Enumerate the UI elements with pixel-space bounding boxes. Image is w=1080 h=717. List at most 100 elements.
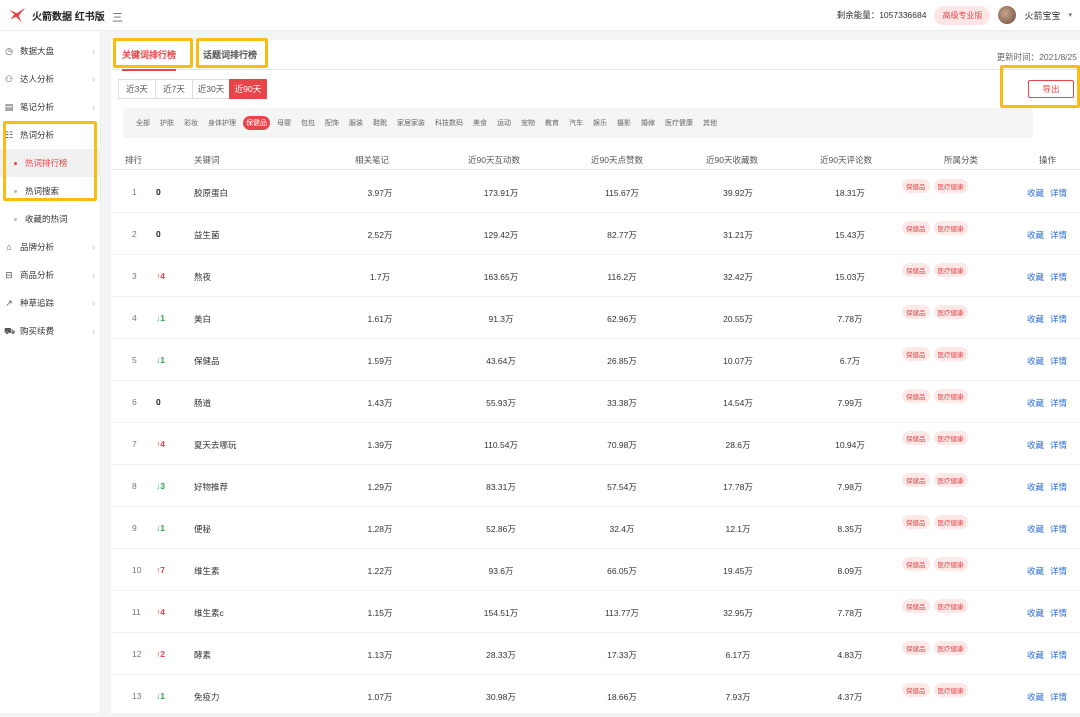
table-row: 11 ↑4 维生素c 1.15万 154.51万 113.77万 32.95万 7.78万 保…	[111, 591, 1080, 633]
sidebar-item-brand[interactable]: ⌂ 品牌分析 ›	[0, 233, 101, 261]
category-chip[interactable]: 教育	[542, 116, 562, 130]
logo[interactable]: 火箭数据 红书版	[8, 6, 105, 24]
metric-likes: 33.38万	[607, 398, 637, 408]
category-chip[interactable]: 家居家装	[394, 116, 428, 130]
collect-link[interactable]: 收藏	[1027, 187, 1044, 199]
category-tags: 保健品 医疗健康	[902, 347, 968, 361]
table-row: 3 ↑4 熬夜 1.7万 163.65万 116.2万 32.42万 15.03万 保健品 医…	[111, 255, 1080, 297]
metric-interact: 28.33万	[486, 650, 516, 660]
metric-interact: 55.93万	[486, 398, 516, 408]
category-chip[interactable]: 包包	[298, 116, 318, 130]
collect-link[interactable]: 收藏	[1027, 439, 1044, 451]
collect-link[interactable]: 收藏	[1027, 565, 1044, 577]
detail-link[interactable]: 详情	[1050, 439, 1067, 451]
metric-collect: 28.6万	[725, 440, 751, 450]
sidebar-item-label: 种草追踪	[20, 298, 55, 308]
sidebar-item-notes[interactable]: ▤ 笔记分析 ›	[0, 93, 101, 121]
detail-link[interactable]: 详情	[1050, 229, 1067, 241]
row-actions: 收藏 详情	[1027, 481, 1067, 493]
category-chip[interactable]: 彩妆	[181, 116, 201, 130]
detail-link[interactable]: 详情	[1050, 397, 1067, 409]
category-chip[interactable]: 配饰	[322, 116, 342, 130]
category-chip[interactable]: 母婴	[274, 116, 294, 130]
sidebar-item-goods[interactable]: ⊟ 商品分析 ›	[0, 261, 101, 289]
category-chip[interactable]: 其他	[700, 116, 720, 130]
collect-link[interactable]: 收藏	[1027, 481, 1044, 493]
detail-link[interactable]: 详情	[1050, 649, 1067, 661]
category-chip[interactable]: 娱乐	[590, 116, 610, 130]
metric-collect: 39.92万	[723, 188, 753, 198]
metric-likes: 113.77万	[605, 608, 639, 618]
collect-link[interactable]: 收藏	[1027, 649, 1044, 661]
detail-link[interactable]: 详情	[1050, 187, 1067, 199]
keyword-text: 免疫力	[194, 692, 220, 702]
category-chip[interactable]: 美食	[470, 116, 490, 130]
category-tags: 保健品 医疗健康	[902, 389, 968, 403]
sidebar-item-tracking[interactable]: ↗ 种草追踪 ›	[0, 289, 101, 317]
range-90-days[interactable]: 近90天	[229, 79, 267, 99]
goods-icon: ⊟	[5, 270, 13, 280]
category-chip[interactable]: 护肤	[157, 116, 177, 130]
table-row: 9 ↓1 便秘 1.28万 52.86万 32.4万 12.1万 8.35万 保健品 医疗健康…	[111, 507, 1080, 549]
menu-toggle-icon[interactable]: 三	[112, 9, 123, 25]
collect-link[interactable]: 收藏	[1027, 229, 1044, 241]
category-chip[interactable]: 保健品	[243, 116, 270, 130]
sidebar-item-dashboard[interactable]: ◷ 数据大盘 ›	[0, 37, 101, 65]
metric-notes: 1.59万	[367, 356, 393, 366]
collect-link[interactable]: 收藏	[1027, 355, 1044, 367]
detail-link[interactable]: 详情	[1050, 481, 1067, 493]
update-time: 更新时间：2021/8/25	[996, 52, 1077, 62]
collect-link[interactable]: 收藏	[1027, 607, 1044, 619]
category-chip[interactable]: 汽车	[566, 116, 586, 130]
metric-likes: 115.67万	[605, 188, 639, 198]
category-chip[interactable]: 服装	[346, 116, 366, 130]
range-7-days[interactable]: 近7天	[155, 79, 193, 99]
category-chip[interactable]: 鞋靴	[370, 116, 390, 130]
detail-link[interactable]: 详情	[1050, 523, 1067, 535]
tag-health-products: 保健品	[902, 179, 930, 193]
bullet-dot-icon	[14, 217, 17, 221]
tag-medical-health: 医疗健康	[933, 641, 968, 655]
col-rank: 排行	[125, 155, 143, 165]
range-30-days[interactable]: 近30天	[192, 79, 230, 99]
category-chip[interactable]: 全部	[133, 116, 153, 130]
category-chip[interactable]: 医疗健康	[662, 116, 696, 130]
metric-notes: 2.52万	[367, 230, 393, 240]
category-chip[interactable]: 婚嫁	[638, 116, 658, 130]
collect-link[interactable]: 收藏	[1027, 313, 1044, 325]
category-chip[interactable]: 运动	[494, 116, 514, 130]
keyword-text: 美白	[194, 314, 212, 324]
tag-health-products: 保健品	[902, 305, 930, 319]
chevron-down-icon[interactable]: ▾	[1068, 11, 1072, 19]
collect-link[interactable]: 收藏	[1027, 691, 1044, 703]
tag-medical-health: 医疗健康	[933, 683, 968, 697]
category-chip[interactable]: 身体护理	[205, 116, 239, 130]
avatar[interactable]	[998, 6, 1017, 24]
pro-version-badge[interactable]: 高级专业版	[934, 5, 991, 25]
sidebar-item-influencer[interactable]: ⚇ 达人分析 ›	[0, 65, 101, 93]
detail-link[interactable]: 详情	[1050, 355, 1067, 367]
detail-link[interactable]: 详情	[1050, 607, 1067, 619]
rank-number: 3	[132, 271, 137, 281]
category-tags: 保健品 医疗健康	[902, 683, 968, 697]
collect-link[interactable]: 收藏	[1027, 523, 1044, 535]
category-chip[interactable]: 摄影	[614, 116, 634, 130]
sidebar-subitem-saved-hot-words[interactable]: 收藏的热词	[0, 205, 101, 233]
detail-link[interactable]: 详情	[1050, 565, 1067, 577]
range-3-days[interactable]: 近3天	[118, 79, 156, 99]
rank-number: 11	[132, 607, 141, 617]
collect-link[interactable]: 收藏	[1027, 397, 1044, 409]
metric-likes: 32.4万	[609, 524, 635, 534]
metric-likes: 62.96万	[607, 314, 637, 324]
detail-link[interactable]: 详情	[1050, 313, 1067, 325]
collect-link[interactable]: 收藏	[1027, 271, 1044, 283]
detail-link[interactable]: 详情	[1050, 271, 1067, 283]
detail-link[interactable]: 详情	[1050, 691, 1067, 703]
username[interactable]: 火箭宝宝	[1024, 9, 1060, 22]
sidebar-item-purchase[interactable]: ⛟ 购买续费 ›	[0, 317, 101, 345]
metric-notes: 1.29万	[367, 482, 393, 492]
category-chip[interactable]: 科技数码	[432, 116, 466, 130]
sidebar-item-label: 达人分析	[20, 74, 55, 84]
category-chip[interactable]: 宠物	[518, 116, 538, 130]
keyword-text: 酵素	[194, 650, 212, 660]
